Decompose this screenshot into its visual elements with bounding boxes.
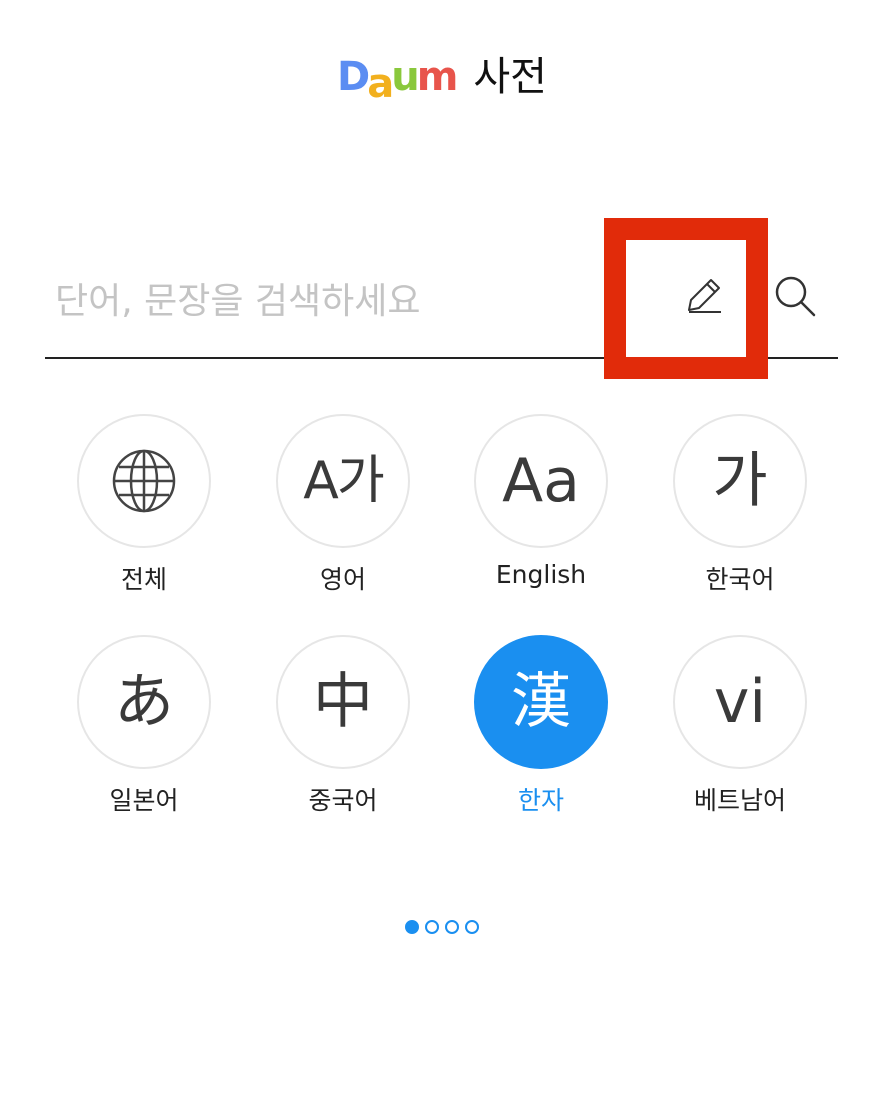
search-button[interactable] [765,266,825,326]
dictionary-glyph-japanese: あ [114,667,174,737]
globe-icon [112,449,176,513]
dictionary-label-korean: 한국어 [705,565,775,594]
dictionary-glyph-chinese: 中 [313,667,373,737]
dictionary-tile-japanese[interactable]: あ 일본어 [74,635,214,835]
search-bar [45,250,838,359]
dictionary-glyph-korean: 가 [712,446,768,516]
pencil-icon [688,279,721,313]
dictionary-icon-hanja: 漢 [474,635,608,769]
logo-letter-m: m [416,54,459,100]
page-dot-4[interactable] [465,920,479,934]
dictionary-glyph-english-korean: A가 [303,451,384,511]
dictionary-tile-english[interactable]: Aa English [471,414,611,614]
page-title: 사전 [473,54,547,100]
dictionary-label-all: 전체 [120,565,167,594]
daum-logo[interactable]: D a u m [337,54,459,104]
dictionary-icon-chinese: 中 [276,635,410,769]
page-dot-2[interactable] [425,920,439,934]
dictionary-icon-english-korean: A가 [276,414,410,548]
dictionary-icon-english: Aa [474,414,608,548]
dictionary-icon-all [77,414,211,548]
dictionary-icon-vietnamese: vi [673,635,807,769]
dictionary-icon-japanese: あ [77,635,211,769]
dictionary-label-japanese: 일본어 [109,786,179,815]
dictionary-tile-hanja[interactable]: 漢 한자 [471,635,611,835]
dictionary-label-hanja: 한자 [517,786,564,815]
dictionary-label-english-korean: 영어 [319,565,366,594]
dictionary-tile-english-korean[interactable]: A가 영어 [273,414,413,614]
handwriting-input-button[interactable] [675,266,735,326]
page-indicator [0,920,884,934]
logo-letter-u: u [391,54,420,100]
search-input[interactable] [53,272,617,330]
dictionary-tile-chinese[interactable]: 中 중국어 [273,635,413,835]
logo-letter-d: D [337,54,370,100]
dictionary-label-vietnamese: 베트남어 [693,786,786,815]
page-dot-1[interactable] [405,920,419,934]
dictionary-label-english: English [495,560,587,589]
page-dot-3[interactable] [445,920,459,934]
search-icon [775,276,816,317]
dictionary-tile-korean[interactable]: 가 한국어 [670,414,810,614]
dictionary-label-chinese: 중국어 [308,786,378,815]
dictionary-icon-korean: 가 [673,414,807,548]
dictionary-tile-all[interactable]: 전체 [74,414,214,614]
dictionary-glyph-english: Aa [502,446,580,516]
dictionary-tile-vietnamese[interactable]: vi 베트남어 [670,635,810,835]
dictionary-glyph-hanja: 漢 [511,667,571,737]
app-header: D a u m 사전 [0,52,884,104]
logo-letter-a: a [367,61,394,107]
dictionary-glyph-vietnamese: vi [713,667,767,737]
